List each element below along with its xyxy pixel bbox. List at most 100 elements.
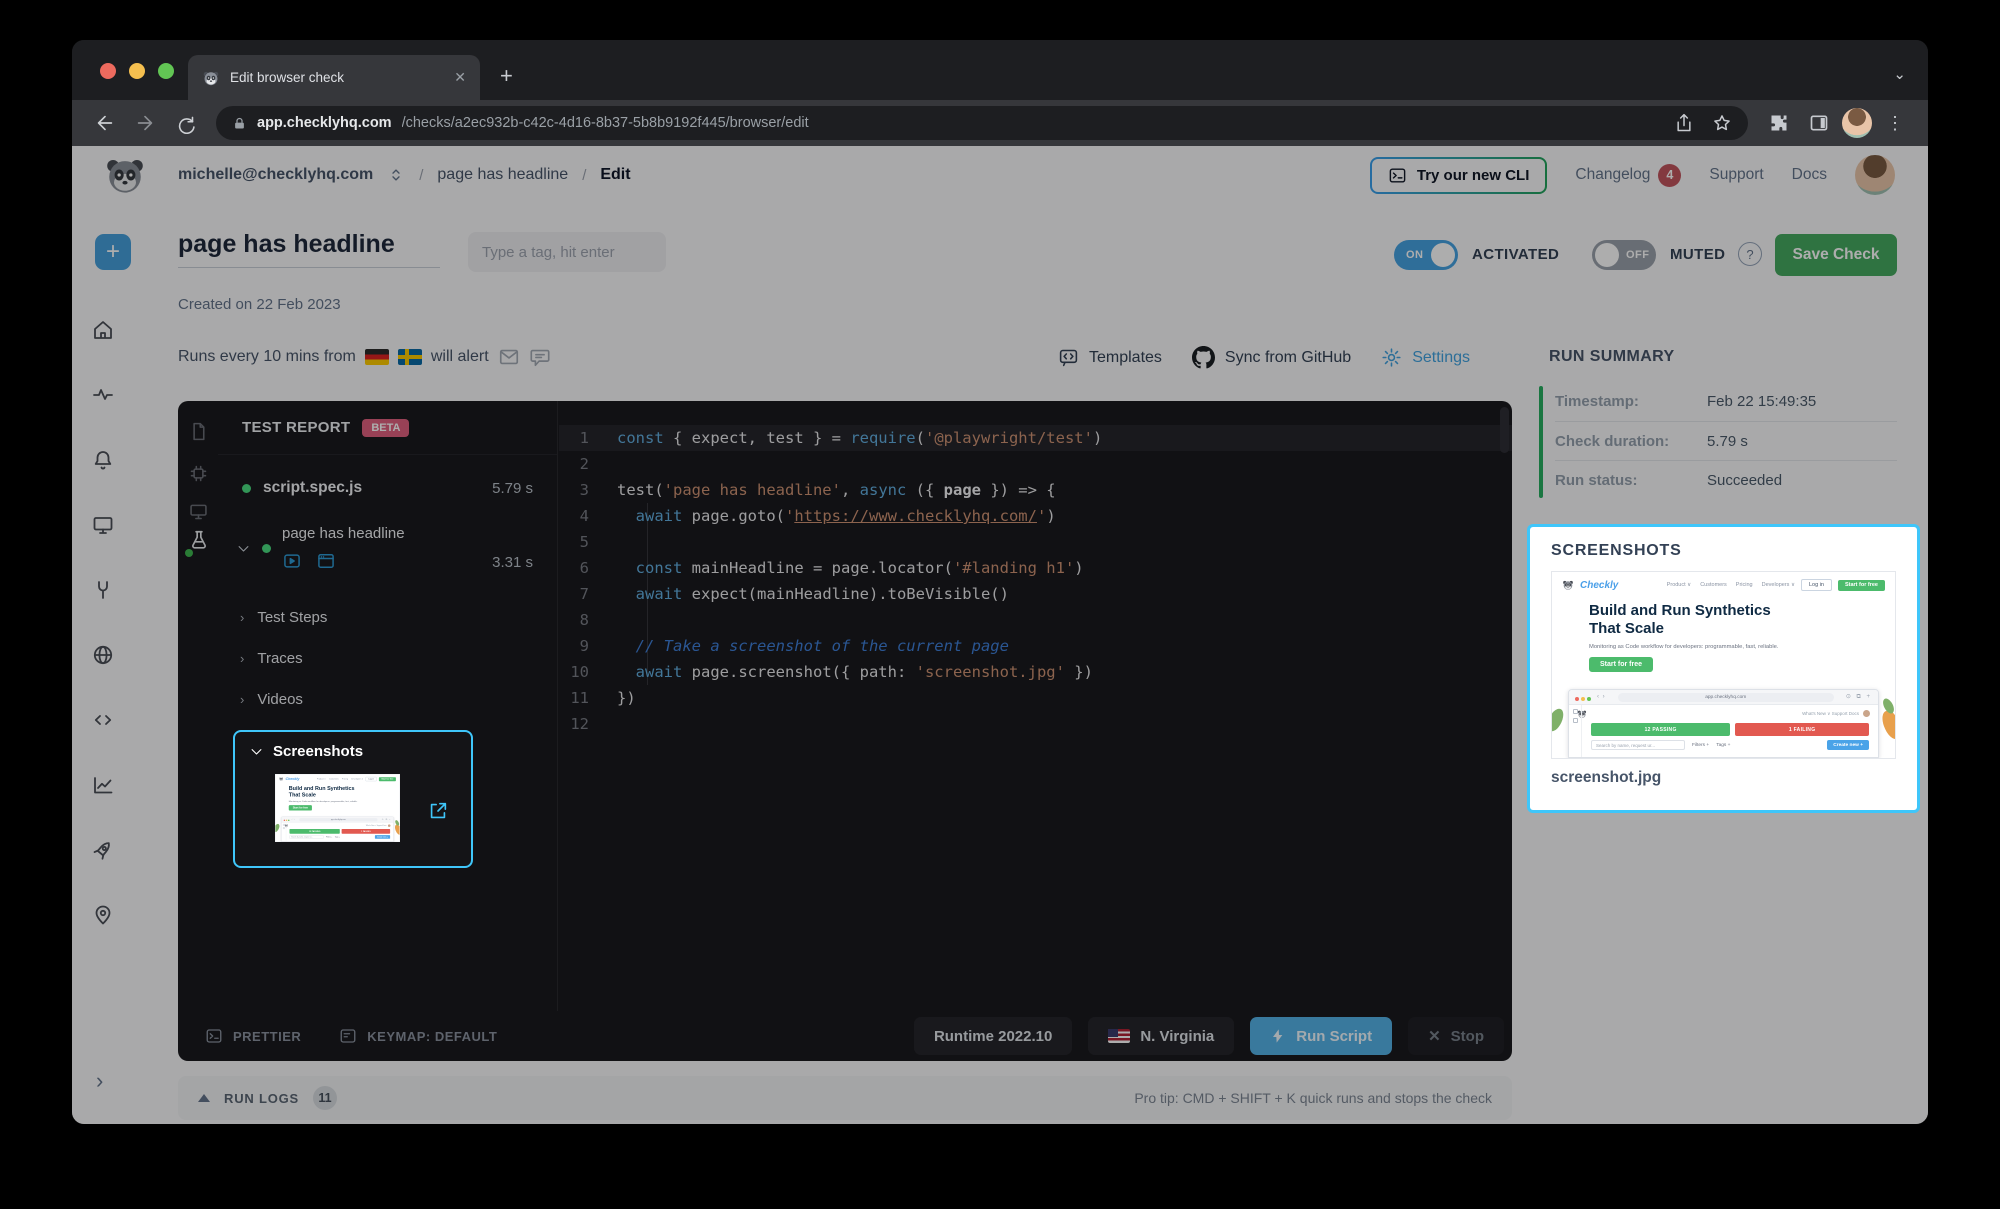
try-cli-button[interactable]: Try our new CLI <box>1370 157 1548 194</box>
chip-icon[interactable] <box>188 463 209 484</box>
activity-pulse-icon[interactable] <box>91 383 115 407</box>
code-line[interactable]: 7 await expect(mainHeadline).toBeVisible… <box>559 581 1512 607</box>
gear-icon <box>1381 347 1402 368</box>
url-bar[interactable]: app.checklyhq.com /checks/a2ec932b-c42c-… <box>216 106 1748 140</box>
browser-window-icon[interactable] <box>316 551 336 571</box>
collapse-triangle-icon[interactable] <box>198 1094 210 1102</box>
docs-link[interactable]: Docs <box>1792 166 1827 184</box>
run-summary-title: RUN SUMMARY <box>1549 348 1675 366</box>
close-window-button[interactable] <box>100 63 116 79</box>
support-link[interactable]: Support <box>1709 166 1763 184</box>
screenshot-thumbnail-small[interactable]: Checkly Product ∨Customers PricingDevelo… <box>275 774 400 842</box>
test-case-row[interactable]: page has headline 3.31 s <box>236 525 533 571</box>
code-line[interactable]: 12 <box>559 711 1512 737</box>
summary-row: Timestamp: Feb 22 15:49:35 <box>1555 382 1897 421</box>
tab-favicon-raccoon-icon <box>202 69 220 87</box>
sync-github-button[interactable]: Sync from GitHub <box>1192 346 1351 369</box>
maintenance-wrench-icon[interactable] <box>91 578 115 602</box>
monitor-icon[interactable] <box>188 501 209 522</box>
muted-help-icon[interactable]: ? <box>1738 242 1762 266</box>
share-icon[interactable] <box>1674 113 1694 133</box>
editor-scrollbar[interactable] <box>1500 407 1509 453</box>
sidebar-expand-chevron[interactable]: › <box>96 1068 103 1094</box>
extensions-puzzle-icon[interactable] <box>1762 106 1796 140</box>
reload-button[interactable] <box>168 106 202 140</box>
window-controls[interactable] <box>100 63 174 79</box>
summary-row: Run status: Succeeded <box>1555 460 1897 499</box>
code-line[interactable]: 4 await page.goto('https://www.checklyhq… <box>559 503 1512 529</box>
code-line[interactable]: 11}) <box>559 685 1512 711</box>
tab-search-chevron-icon[interactable]: ⌄ <box>1893 65 1906 83</box>
run-logs-bar[interactable]: RUN LOGS 11 Pro tip: CMD + SHIFT + K qui… <box>178 1076 1512 1120</box>
tree-item-traces[interactable]: › Traces <box>218 638 557 679</box>
code-line[interactable]: 6 const mainHeadline = page.locator('#la… <box>559 555 1512 581</box>
code-line[interactable]: 2 <box>559 451 1512 477</box>
keymap-button[interactable]: KEYMAP: DEFAULT <box>339 1027 497 1045</box>
browser-tab[interactable]: Edit browser check ✕ <box>188 55 480 100</box>
stop-button[interactable]: ✕ Stop <box>1408 1017 1504 1055</box>
chevron-down-icon[interactable] <box>236 541 251 556</box>
code-line[interactable]: 9 // Take a screenshot of the current pa… <box>559 633 1512 659</box>
location-pin-icon[interactable] <box>91 903 115 927</box>
tree-item-screenshots-highlighted[interactable]: Screenshots Checkly Product ∨Cust <box>233 730 473 868</box>
account-switcher[interactable]: michelle@checklyhq.com <box>178 166 373 184</box>
minimize-window-button[interactable] <box>129 63 145 79</box>
chevron-down-icon[interactable] <box>249 744 264 759</box>
sweden-flag-icon <box>398 349 422 365</box>
analytics-chart-icon[interactable] <box>91 773 115 797</box>
browser-menu-kebab-icon[interactable]: ⋮ <box>1878 106 1912 140</box>
dashboards-monitor-icon[interactable] <box>91 513 115 537</box>
templates-button[interactable]: Templates <box>1058 347 1162 368</box>
video-icon[interactable] <box>282 551 302 571</box>
tree-item-test-steps[interactable]: › Test Steps <box>218 597 557 638</box>
account-chevron-updown-icon[interactable] <box>387 166 405 184</box>
back-button[interactable] <box>88 106 122 140</box>
prettier-button[interactable]: PRETTIER <box>205 1027 301 1045</box>
screenshot-thumbnail-large[interactable]: Checkly Product ∨Customers PricingDevelo… <box>1551 571 1896 759</box>
run-script-button[interactable]: Run Script <box>1250 1017 1392 1055</box>
home-icon[interactable] <box>91 318 115 342</box>
terminal-icon <box>205 1027 223 1045</box>
side-panel-icon[interactable] <box>1802 106 1836 140</box>
screenshots-panel-highlighted[interactable]: SCREENSHOTS Checkly Product ∨Customers P… <box>1527 524 1920 813</box>
create-check-button[interactable]: + <box>95 234 131 270</box>
test-flask-icon[interactable] <box>188 529 210 551</box>
muted-toggle[interactable]: OFF <box>1592 240 1656 270</box>
checkly-raccoon-logo[interactable] <box>103 153 147 197</box>
tree-item-videos[interactable]: › Videos <box>218 679 557 720</box>
private-locations-globe-icon[interactable] <box>91 643 115 667</box>
zoom-window-button[interactable] <box>158 63 174 79</box>
file-icon[interactable] <box>188 421 209 442</box>
snippets-code-icon[interactable] <box>91 708 115 732</box>
changelog-link[interactable]: Changelog 4 <box>1575 164 1681 187</box>
code-line[interactable]: 3test('page has headline', async ({ page… <box>559 477 1512 503</box>
run-logs-label: RUN LOGS <box>224 1091 299 1106</box>
check-name-input[interactable]: page has headline <box>178 230 440 268</box>
alerts-bell-icon[interactable] <box>91 448 115 472</box>
quickstart-rocket-icon[interactable] <box>91 838 115 862</box>
save-check-button[interactable]: Save Check <box>1775 234 1897 276</box>
browser-profile-avatar[interactable] <box>1842 108 1872 138</box>
new-tab-button[interactable]: + <box>500 65 513 87</box>
settings-button[interactable]: Settings <box>1381 347 1470 368</box>
tag-input[interactable] <box>468 232 666 272</box>
bookmark-star-icon[interactable] <box>1712 113 1732 133</box>
code-line[interactable]: 1const { expect, test } = require('@play… <box>559 425 1512 451</box>
code-line[interactable]: 10 await page.screenshot({ path: 'screen… <box>559 659 1512 685</box>
region-selector[interactable]: N. Virginia <box>1088 1017 1234 1055</box>
spec-file-row[interactable]: script.spec.js 5.79 s <box>218 455 557 497</box>
forward-button[interactable] <box>128 106 162 140</box>
runtime-selector[interactable]: Runtime 2022.10 <box>914 1017 1072 1055</box>
code-line[interactable]: 8 <box>559 607 1512 633</box>
changelog-count-badge: 4 <box>1658 164 1681 187</box>
external-link-icon[interactable] <box>427 800 449 822</box>
code-line[interactable]: 5 <box>559 529 1512 555</box>
tab-close-icon[interactable]: ✕ <box>454 69 466 86</box>
email-alert-icon[interactable] <box>498 346 520 368</box>
user-avatar[interactable] <box>1855 155 1895 195</box>
sms-alert-icon[interactable] <box>529 346 551 368</box>
breadcrumb-separator: / <box>582 167 586 184</box>
breadcrumb-check[interactable]: page has headline <box>437 166 568 184</box>
activated-toggle[interactable]: ON <box>1394 240 1458 270</box>
code-editor[interactable]: 1const { expect, test } = require('@play… <box>559 401 1512 1011</box>
